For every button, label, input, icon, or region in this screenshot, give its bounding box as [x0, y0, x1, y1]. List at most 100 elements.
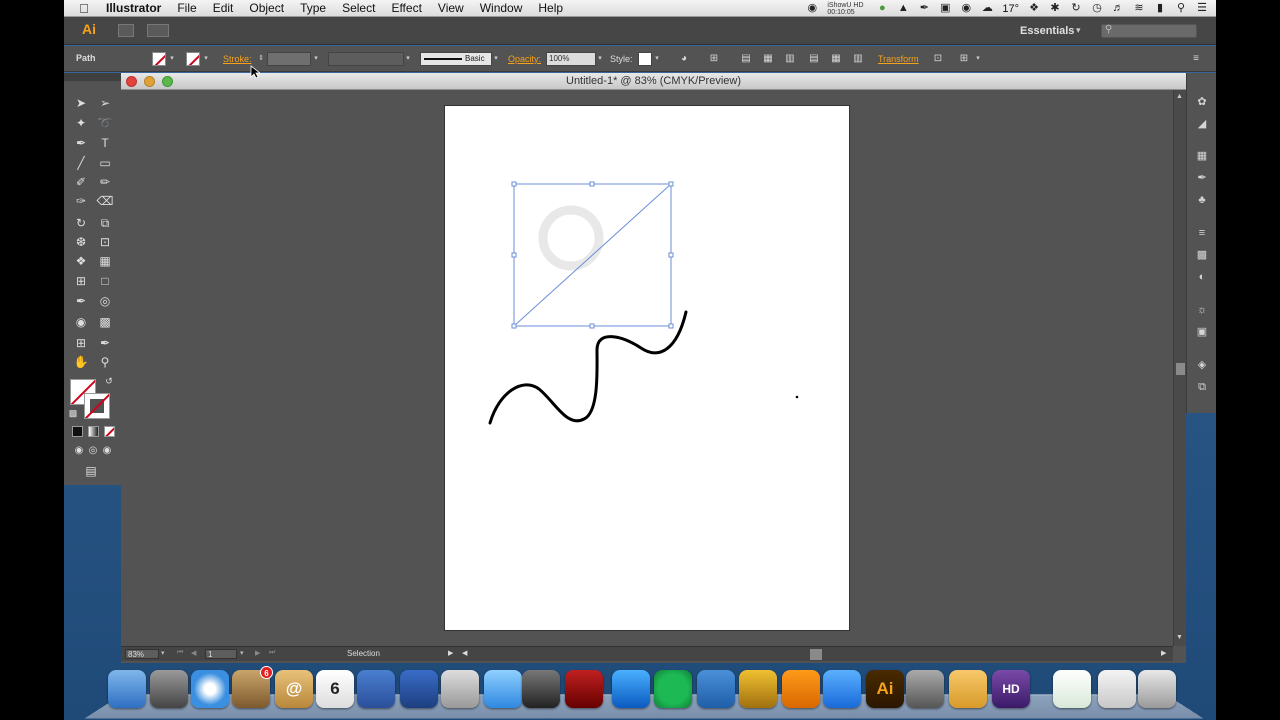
- variable-width-profile[interactable]: [328, 52, 404, 66]
- dock-downloader-icon[interactable]: [697, 670, 735, 708]
- zoom-dropdown-icon[interactable]: ▾: [161, 649, 165, 657]
- transform-panel-link[interactable]: Transform: [878, 54, 919, 64]
- menu-effect[interactable]: Effect: [383, 0, 429, 17]
- select-similar-dropdown-icon[interactable]: ▾: [974, 53, 982, 65]
- recorder-icon[interactable]: ◉: [806, 3, 818, 14]
- none-mode-icon[interactable]: [104, 426, 115, 437]
- rotate-tool-icon[interactable]: ↻: [72, 215, 90, 231]
- stroke-color-swatch[interactable]: [186, 52, 200, 66]
- type-tool-icon[interactable]: T: [96, 135, 114, 151]
- next-artboard-icon[interactable]: ▶: [255, 649, 260, 657]
- stroke-weight-field[interactable]: [267, 52, 311, 66]
- opacity-field[interactable]: 100%: [546, 52, 596, 66]
- gradient-tool-icon[interactable]: □: [96, 273, 114, 289]
- color-guide-icon[interactable]: ✿: [1195, 95, 1209, 109]
- stroke-weight-stepper[interactable]: ⇕: [257, 53, 265, 65]
- column-graph-tool-icon[interactable]: ▩: [96, 314, 114, 330]
- brush-dropdown-icon[interactable]: ▾: [492, 53, 500, 65]
- pen-tool-icon[interactable]: ✒: [72, 135, 90, 151]
- handle-top-left[interactable]: [512, 182, 516, 186]
- wifi-icon[interactable]: ≋: [1133, 3, 1145, 14]
- menu-select[interactable]: Select: [334, 0, 383, 17]
- eyedropper-tool-icon[interactable]: ✒: [72, 293, 90, 309]
- transparency-icon[interactable]: ◐: [1195, 270, 1209, 284]
- menu-view[interactable]: View: [430, 0, 472, 17]
- dock-crown-app-icon[interactable]: [739, 670, 777, 708]
- chevron-down-icon[interactable]: ▾: [1076, 25, 1081, 36]
- canvas-area[interactable]: [121, 90, 1173, 646]
- opacity-dropdown-icon[interactable]: ▾: [596, 53, 604, 65]
- perspective-grid-tool-icon[interactable]: ▦: [96, 253, 114, 269]
- brush-definition[interactable]: Basic: [420, 52, 492, 66]
- fill-color-swatch[interactable]: [152, 52, 166, 66]
- selected-path-line[interactable]: [514, 184, 671, 326]
- dock-launchpad-icon[interactable]: [150, 670, 188, 708]
- eye-icon[interactable]: ◉: [960, 3, 972, 14]
- eraser-tool-icon[interactable]: ⌫: [96, 193, 114, 209]
- direct-selection-tool-icon[interactable]: ➢: [96, 95, 114, 111]
- help-search-input[interactable]: ⚲: [1101, 24, 1197, 38]
- blob-brush-tool-icon[interactable]: ✑: [72, 193, 90, 209]
- dock-app-store-icon[interactable]: [823, 670, 861, 708]
- free-transform-tool-icon[interactable]: ⊡: [96, 234, 114, 250]
- isolate-group-icon[interactable]: ⊡: [932, 53, 944, 65]
- battery-icon[interactable]: ▮: [1154, 3, 1166, 14]
- align-vertical-center-icon[interactable]: ▦: [830, 53, 842, 65]
- fill-dropdown-icon[interactable]: ▾: [168, 53, 176, 65]
- stroke-color-box[interactable]: [84, 393, 110, 419]
- appearance-icon[interactable]: ☼: [1195, 303, 1209, 317]
- selection-tool-icon[interactable]: ➤: [72, 95, 90, 111]
- magic-wand-tool-icon[interactable]: ✦: [72, 115, 90, 131]
- recolor-artwork-icon[interactable]: ◕: [678, 53, 690, 65]
- wavy-brush-stroke[interactable]: [490, 312, 686, 423]
- handle-middle-left[interactable]: [512, 253, 516, 257]
- screen-mode-icon[interactable]: ▤: [82, 463, 100, 479]
- dock-spotify-icon[interactable]: [654, 670, 692, 708]
- hat-icon[interactable]: ▲: [897, 3, 909, 14]
- dock-system-preferences-icon[interactable]: [906, 670, 944, 708]
- scroll-left-icon[interactable]: ◀: [462, 649, 467, 657]
- dock-facetime-icon[interactable]: [522, 670, 560, 708]
- draw-inside-icon[interactable]: ◉: [98, 443, 116, 459]
- shape-builder-tool-icon[interactable]: ❖: [72, 253, 90, 269]
- stroke-panel-icon[interactable]: ≡: [1195, 226, 1209, 240]
- brushes-icon[interactable]: ✒: [1195, 171, 1209, 185]
- hand-tool-icon[interactable]: ✋: [72, 354, 90, 370]
- pen-tool-menu-icon[interactable]: ✒: [918, 3, 930, 14]
- handle-bottom-center[interactable]: [590, 324, 594, 328]
- zoom-level-field[interactable]: 83%: [125, 649, 159, 659]
- color-mode-icon[interactable]: [72, 426, 83, 437]
- opacity-panel-link[interactable]: Opacity:: [508, 54, 541, 64]
- dock-messages-icon[interactable]: [484, 670, 522, 708]
- stroke-weight-dropdown-icon[interactable]: ▾: [312, 53, 320, 65]
- bridge-button[interactable]: [118, 24, 134, 37]
- menu-app-name[interactable]: Illustrator: [104, 0, 169, 17]
- color-panel-icon[interactable]: ◢: [1195, 117, 1209, 131]
- calendar-menu-icon[interactable]: ▣: [939, 3, 951, 14]
- scroll-down-icon[interactable]: ▼: [1176, 634, 1183, 641]
- dock-calendar-icon[interactable]: 6: [316, 670, 354, 708]
- handle-top-center[interactable]: [590, 182, 594, 186]
- scroll-right-icon[interactable]: ▶: [1161, 649, 1166, 657]
- align-to-selection-icon[interactable]: ⊞: [708, 53, 720, 65]
- dock-hd-app-icon[interactable]: HD: [992, 670, 1030, 708]
- artboard-dropdown-icon[interactable]: ▾: [240, 649, 244, 657]
- stray-point[interactable]: [796, 396, 799, 399]
- dock-itunes-icon[interactable]: [612, 670, 650, 708]
- sync-icon[interactable]: ↻: [1070, 3, 1082, 14]
- default-fill-stroke-icon[interactable]: ▩: [64, 405, 82, 421]
- artboards-icon[interactable]: ⧉: [1195, 380, 1209, 394]
- align-top-icon[interactable]: ▤: [808, 53, 820, 65]
- scroll-up-icon[interactable]: ▲: [1176, 93, 1183, 100]
- blend-tool-icon[interactable]: ◎: [96, 293, 114, 309]
- graphic-style-swatch[interactable]: [638, 52, 652, 66]
- first-artboard-icon[interactable]: ⏮: [177, 649, 183, 657]
- handle-bottom-right[interactable]: [669, 324, 673, 328]
- vertical-scrollbar[interactable]: ▲ ▼: [1173, 90, 1186, 646]
- bluetooth-icon[interactable]: ✱: [1049, 3, 1061, 14]
- apple-menu-icon[interactable]: : [64, 1, 104, 16]
- dock-illustrator-icon[interactable]: Ai: [866, 670, 904, 708]
- menu-object[interactable]: Object: [241, 0, 292, 17]
- handle-middle-right[interactable]: [669, 253, 673, 257]
- spotlight-search-icon[interactable]: ⚲: [1175, 3, 1187, 14]
